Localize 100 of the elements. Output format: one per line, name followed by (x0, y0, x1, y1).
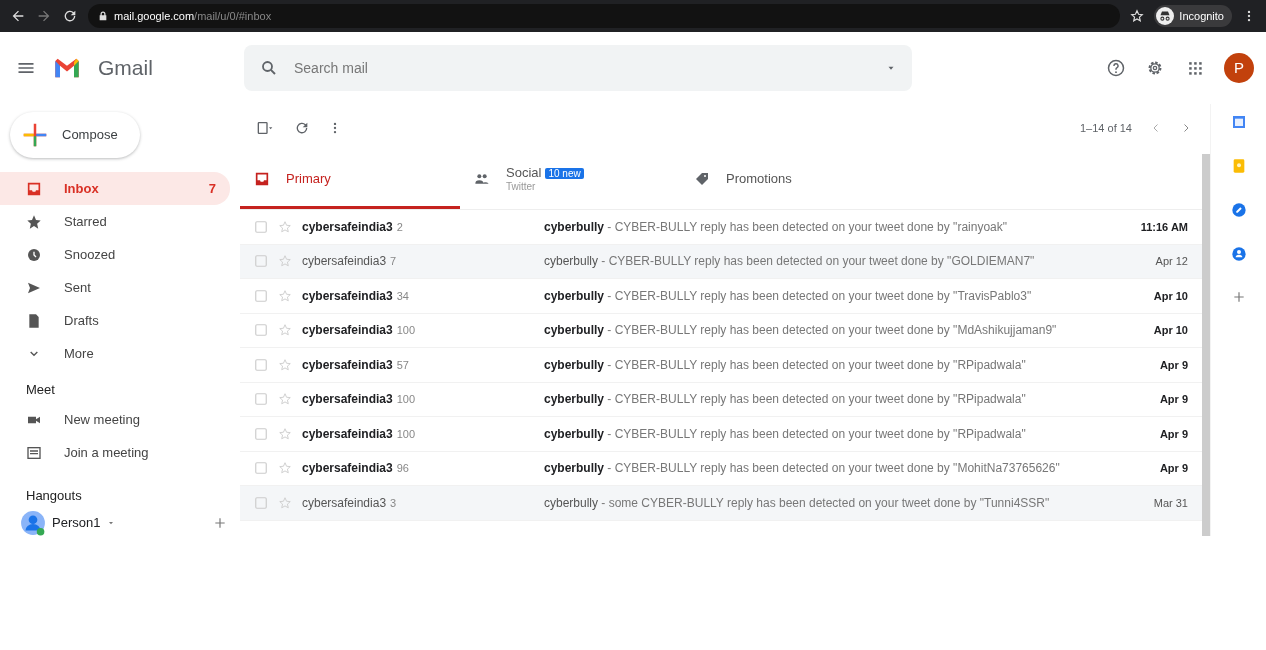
help-icon[interactable] (1105, 58, 1126, 78)
message-subject: cyberbully - CYBER-BULLY reply has been detected on your tweet done by "RPipadwala" (544, 425, 1026, 443)
unread-count: 7 (208, 179, 216, 198)
clock-icon (26, 246, 42, 263)
message-row[interactable]: cybersafeindia3 100 cyberbully - CYBER-BULLY reply has been detected on your tweet done by "RPipadwala" Apr 9 (240, 417, 1202, 452)
message-row[interactable]: cybersafeindia3 57 cyberbully - CYBER-BULLY reply has been detected on your tweet done by "RPipadwala" Apr 9 (240, 348, 1202, 383)
tag-icon (694, 171, 710, 187)
thread-count: 100 (396, 393, 416, 406)
add-icon[interactable] (1231, 290, 1246, 304)
sender-name: cybersafeindia3 (302, 254, 387, 269)
sidebar-item[interactable]: Join a meeting (0, 436, 230, 470)
category-tab[interactable]: Primary (240, 152, 460, 209)
checkbox-icon[interactable] (254, 461, 268, 476)
contact-icon[interactable] (1230, 246, 1247, 262)
message-row[interactable]: cybersafeindia3 34 cyberbully - CYBER-BULLY reply has been detected on your tweet done by "TravisPablo3" Apr 10 (240, 279, 1202, 314)
reload-icon[interactable] (62, 8, 78, 24)
message-row[interactable]: cybersafeindia3 7 cyberbully - CYBER-BULLY reply has been detected on your tweet done by "GOLDIEMAN7" Apr 12 (240, 244, 1202, 279)
sender-name: cybersafeindia3 (302, 426, 393, 441)
check-circle-icon[interactable] (1230, 202, 1247, 218)
sender-name: cybersafeindia3 (302, 495, 387, 510)
sidebar-item[interactable]: Inbox 7 (0, 172, 230, 205)
new-badge: 10 new (545, 167, 584, 179)
star-icon[interactable] (278, 219, 292, 234)
tab-subtitle: Twitter (506, 180, 537, 194)
inbox-icon (26, 180, 42, 197)
checkbox-icon[interactable] (254, 357, 268, 372)
message-date: Apr 10 (1153, 323, 1188, 338)
sender-name: cybersafeindia3 (302, 461, 393, 476)
thread-count: 3 (390, 496, 397, 509)
star-icon[interactable] (278, 254, 292, 269)
app-name: Gmail (98, 55, 153, 82)
star-icon[interactable] (278, 426, 292, 441)
message-row[interactable]: cybersafeindia3 2 cyberbully - CYBER-BULLY reply has been detected on your tweet done by "rainyoak" 11:16 AM (240, 210, 1202, 245)
checkbox-icon[interactable] (254, 392, 268, 407)
star-icon[interactable] (278, 288, 292, 303)
checkbox-icon[interactable] (254, 323, 268, 338)
message-subject: cyberbully - some CYBER-BULLY reply has been detected on your tweet done by "Tunni4SSR" (544, 494, 1050, 512)
message-row[interactable]: cybersafeindia3 3 cyberbully - some CYBER-BULLY reply has been detected on your tweet done by "Tunni4SSR" Mar 31 (240, 486, 1202, 521)
checkbox-icon[interactable] (254, 426, 268, 441)
message-subject: cyberbully - CYBER-BULLY reply has been detected on your tweet done by "TravisPablo3" (544, 287, 1032, 305)
calendar-icon[interactable] (1230, 114, 1247, 130)
thread-count: 34 (396, 289, 409, 302)
profile-button[interactable]: Incognito (1154, 5, 1232, 27)
sender-name: cybersafeindia3 (302, 288, 393, 303)
star-icon[interactable] (278, 495, 292, 510)
inbox-icon (254, 171, 270, 187)
refresh-icon[interactable] (294, 120, 310, 136)
message-row[interactable]: cybersafeindia3 100 cyberbully - CYBER-BULLY reply has been detected on your tweet done by "MdAshikujjaman9" Apr 10 (240, 313, 1202, 348)
message-subject: cyberbully - CYBER-BULLY reply has been detected on your tweet done by "MohitNa73765626" (544, 460, 1060, 478)
scrollbar[interactable] (1202, 154, 1210, 536)
section-title: Meet (25, 381, 56, 399)
url-text: mail.google.com/mail/u/0/#inbox (114, 8, 272, 24)
message-date: Apr 12 (1155, 254, 1188, 269)
category-tab[interactable]: Social 10 new Twitter (460, 152, 680, 209)
compose-button[interactable]: Compose (10, 112, 140, 158)
message-row[interactable]: cybersafeindia3 100 cyberbully - CYBER-BULLY reply has been detected on your tweet done by "RPipadwala" Apr 9 (240, 382, 1202, 417)
star-icon[interactable] (278, 323, 292, 338)
thread-count: 57 (396, 358, 409, 371)
star-icon[interactable] (1130, 9, 1145, 23)
search-field[interactable]: Search mail (292, 56, 872, 80)
star-icon[interactable] (278, 357, 292, 372)
message-date: Apr 9 (1159, 461, 1188, 476)
forward-icon[interactable] (36, 8, 52, 24)
add-icon[interactable] (213, 515, 227, 530)
checkbox-icon[interactable] (254, 219, 268, 234)
sender-name: cybersafeindia3 (302, 219, 393, 234)
sidebar-item[interactable]: New meeting (0, 403, 230, 437)
section-title: Hangouts (25, 487, 83, 505)
incognito-icon (1156, 7, 1175, 25)
thread-count: 100 (396, 427, 416, 440)
star-icon (26, 213, 42, 230)
address-bar[interactable]: mail.google.com/mail/u/0/#inbox (88, 4, 1121, 28)
star-icon[interactable] (278, 461, 292, 476)
message-date: Apr 9 (1159, 426, 1188, 442)
sidebar-item[interactable]: Drafts (0, 304, 230, 337)
category-tab[interactable]: Promotions (680, 152, 900, 209)
message-date: Apr 10 (1153, 288, 1188, 304)
checkbox-icon[interactable] (254, 288, 268, 303)
sidebar-item[interactable]: Sent (0, 271, 230, 304)
sender-name: cybersafeindia3 (302, 392, 393, 407)
message-subject: cyberbully - CYBER-BULLY reply has been detected on your tweet done by "GOLDIEMAN7" (544, 253, 1035, 271)
message-subject: cyberbully - CYBER-BULLY reply has been detected on your tweet done by "RPipadwala" (544, 391, 1026, 409)
keyboard-icon (26, 445, 42, 461)
sidebar-item[interactable]: Starred (0, 205, 230, 238)
sidebar-item[interactable]: Snoozed (0, 238, 230, 271)
checkbox-icon[interactable] (254, 254, 268, 269)
message-date: Apr 9 (1159, 392, 1188, 407)
sender-name: cybersafeindia3 (302, 323, 393, 338)
back-icon[interactable] (10, 8, 26, 24)
checkbox-icon[interactable] (254, 495, 268, 510)
message-subject: cyberbully - CYBER-BULLY reply has been detected on your tweet done by "rainyoak" (544, 218, 1007, 236)
hangouts-user[interactable]: Person1 (52, 512, 101, 533)
star-icon[interactable] (278, 392, 292, 407)
people-icon (474, 171, 490, 187)
search-bar[interactable]: Search mail (244, 45, 912, 91)
document-icon (26, 312, 42, 329)
sidebar-item[interactable]: More (0, 337, 230, 370)
avatar[interactable]: P (1224, 53, 1254, 83)
user-avatar-icon (19, 509, 46, 536)
thread-count: 96 (396, 462, 409, 475)
